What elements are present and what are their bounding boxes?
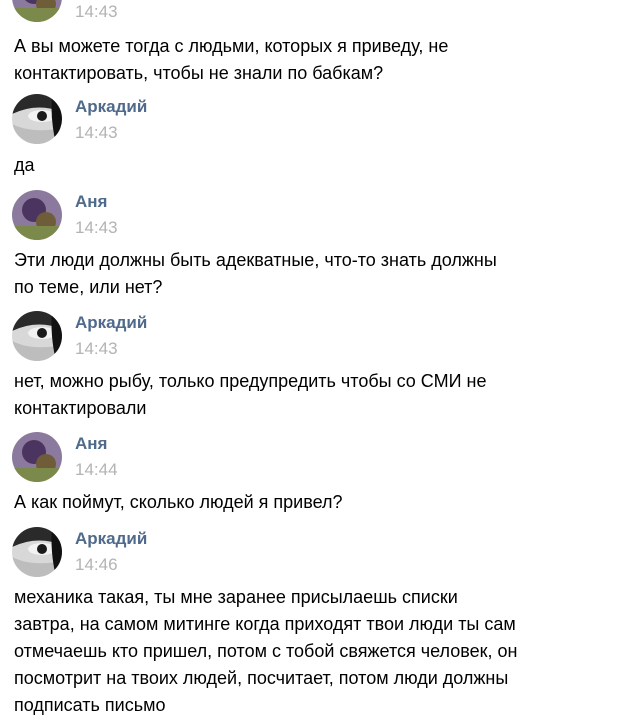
message-line: контактировать, чтобы не знали по бабкам… [14,63,384,83]
message-text: А вы можете тогда с людьми, которых я пр… [14,33,604,87]
message-line: А вы можете тогда с людьми, которых я пр… [14,36,449,56]
message-time: 14:43 [75,2,118,21]
message-time: 14:43 [75,123,118,142]
arkady-avatar[interactable] [12,94,62,144]
message-line: отмечаешь кто пришел, потом с тобой свяж… [14,641,518,661]
message-line: Эти люди должны быть адекватные, что-то … [14,250,497,270]
anya-avatar[interactable] [12,190,62,240]
message-line: посмотрит на твоих людей, посчитает, пот… [14,668,509,688]
message-line: контактировали [14,398,147,418]
message-time: 14:43 [75,339,118,358]
arkady-avatar[interactable] [12,527,62,577]
author-name[interactable]: Аркадий [75,97,147,117]
message-text: нет, можно рыбу, только предупредить что… [14,368,604,422]
message-line: завтра, на самом митинге когда приходят … [14,614,516,634]
author-name[interactable]: Аркадий [75,313,147,333]
anya-avatar[interactable] [12,432,62,482]
message-line: механика такая, ты мне заранее присылаеш… [14,587,458,607]
message-text: Эти люди должны быть адекватные, что-то … [14,247,604,301]
message-text: А как поймут, сколько людей я привел? [14,489,604,516]
message-line: нет, можно рыбу, только предупредить что… [14,371,487,391]
anya-avatar[interactable] [12,0,62,22]
arkady-avatar[interactable] [12,311,62,361]
message-text: да [14,152,604,179]
message-time: 14:46 [75,555,118,574]
message-line: да [14,155,35,175]
message-time: 14:44 [75,460,118,479]
author-name[interactable]: Аркадий [75,529,147,549]
message-line: по теме, или нет? [14,277,163,297]
message-text: механика такая, ты мне заранее присылаеш… [14,584,604,719]
author-name[interactable]: Аня [75,192,107,212]
message-line: А как поймут, сколько людей я привел? [14,492,343,512]
message-time: 14:43 [75,218,118,237]
author-name[interactable]: Аня [75,434,107,454]
